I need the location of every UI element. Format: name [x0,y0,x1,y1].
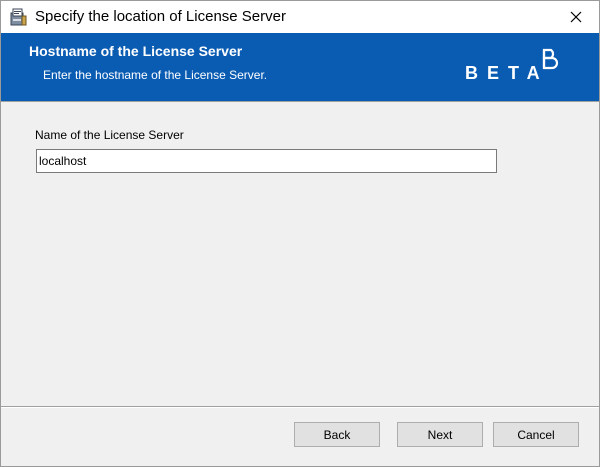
license-server-dialog: Specify the location of License Server H… [0,0,600,467]
cancel-button[interactable]: Cancel [493,422,579,447]
logo-text: BETA [465,63,549,83]
footer-divider-highlight [1,407,599,408]
server-name-label: Name of the License Server [35,128,184,142]
banner-divider [1,101,599,102]
next-button[interactable]: Next [397,422,483,447]
installer-package-icon [10,8,27,26]
header-banner: Hostname of the License Server Enter the… [1,33,599,101]
banner-subheading: Enter the hostname of the License Server… [43,68,268,82]
beta-logo: BETA [463,45,573,89]
banner-heading: Hostname of the License Server [29,43,243,59]
close-button[interactable] [553,1,599,33]
window-title: Specify the location of License Server [35,8,286,25]
close-icon [570,11,582,23]
title-bar[interactable]: Specify the location of License Server [1,1,599,33]
beta-logo-mark-icon [542,48,559,70]
server-name-input[interactable] [36,149,497,173]
back-button[interactable]: Back [294,422,380,447]
